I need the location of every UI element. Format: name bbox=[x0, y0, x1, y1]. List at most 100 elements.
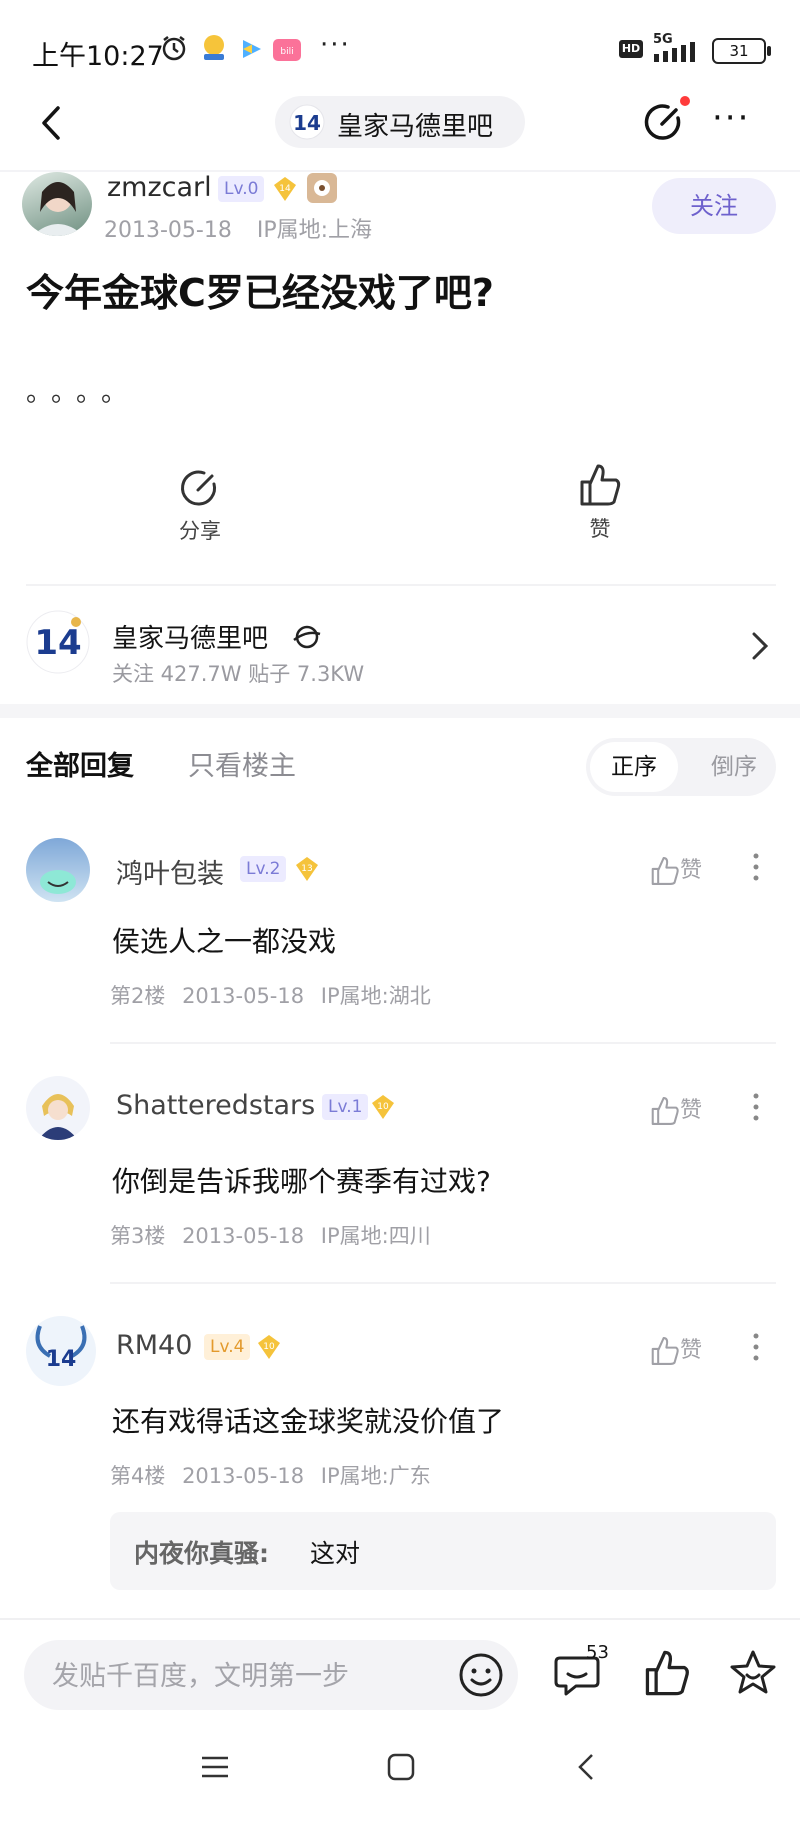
author-name[interactable]: zmzcarl bbox=[107, 172, 212, 203]
reply-ip: IP属地:四川 bbox=[320, 1224, 431, 1248]
reply-text: 还有戏得话这金球奖就没价值了 bbox=[112, 1405, 505, 1438]
reply-meta: 第4楼 2013-05-18 IP属地:广东 bbox=[110, 1460, 431, 1490]
reply-input-box[interactable] bbox=[24, 1640, 518, 1712]
forum-title: 皇家马德里吧 bbox=[337, 112, 494, 142]
reply-meta: 第3楼 2013-05-18 IP属地:四川 bbox=[110, 1220, 431, 1250]
author-avatar[interactable] bbox=[22, 172, 92, 236]
divider bbox=[110, 1042, 776, 1044]
post-title: 今年金球C罗已经没戏了吧? bbox=[26, 271, 494, 315]
member-badge-icon: 14 bbox=[274, 177, 296, 201]
reply-meta: 第2楼 2013-05-18 IP属地:湖北 bbox=[110, 980, 431, 1010]
like-label: 赞 bbox=[680, 858, 703, 883]
thumbs-up-icon[interactable] bbox=[642, 1648, 692, 1698]
level-badge: Lv.1 bbox=[322, 1094, 369, 1120]
sort-descending-button[interactable]: 倒序 bbox=[696, 742, 772, 792]
back-arrow-icon[interactable] bbox=[32, 98, 72, 148]
forum-card-stats: 关注 427.7W 贴子 7.3KW bbox=[112, 662, 365, 686]
forum-card-name: 皇家马德里吧 bbox=[112, 624, 269, 654]
post-date: 2013-05-18 bbox=[104, 218, 232, 243]
sub-reply[interactable]: 内夜你真骚: 这对 bbox=[110, 1512, 776, 1590]
reply-text: 侯选人之一都没戏 bbox=[112, 925, 337, 958]
reply-author-name[interactable]: RM40 bbox=[116, 1330, 192, 1361]
member-badge-icon: 13 bbox=[296, 857, 318, 881]
sort-ascending-button[interactable]: 正序 bbox=[590, 742, 678, 792]
svg-text:14: 14 bbox=[34, 623, 81, 663]
home-icon[interactable] bbox=[386, 1752, 416, 1782]
star-icon[interactable] bbox=[728, 1648, 778, 1698]
reply-avatar[interactable]: 14 bbox=[26, 1316, 96, 1386]
badge-number: 10 bbox=[263, 1342, 275, 1352]
svg-text:14: 14 bbox=[279, 184, 291, 194]
reply-like-button[interactable]: 赞 bbox=[650, 1092, 702, 1127]
reply-input[interactable] bbox=[50, 1640, 434, 1712]
hd-indicator: HD bbox=[619, 40, 643, 58]
like-label: 赞 bbox=[680, 1098, 703, 1123]
compose-icon[interactable] bbox=[642, 100, 686, 144]
like-post-button[interactable]: 赞 bbox=[570, 462, 630, 543]
thumbs-up-icon bbox=[580, 464, 621, 506]
alarm-icon bbox=[162, 36, 186, 61]
chevron-right-icon[interactable] bbox=[750, 628, 770, 664]
post-meta: 2013-05-18 IP属地:上海 bbox=[104, 212, 372, 244]
section-divider bbox=[0, 704, 800, 718]
reply-floor: 第2楼 bbox=[110, 984, 166, 1008]
thumbs-up-icon bbox=[651, 1097, 679, 1125]
reply-floor: 第4楼 bbox=[110, 1464, 166, 1488]
video-app-icon bbox=[243, 40, 261, 58]
reply-more-icon[interactable] bbox=[752, 1092, 760, 1122]
reply-ip: IP属地:广东 bbox=[320, 1464, 431, 1488]
signal-icon bbox=[654, 42, 695, 62]
reply-author-name[interactable]: Shatteredstars bbox=[116, 1090, 315, 1121]
more-options-icon[interactable]: ··· bbox=[712, 98, 750, 138]
reply-date: 2013-05-18 bbox=[182, 1464, 305, 1488]
like-label: 赞 bbox=[589, 517, 611, 541]
reply-author-name[interactable]: 鸿叶包装 bbox=[116, 852, 224, 891]
svg-text:14: 14 bbox=[293, 111, 321, 135]
battery-indicator: 31 bbox=[712, 38, 771, 64]
follow-button[interactable]: 关注 bbox=[652, 178, 776, 234]
sort-toggle: 正序 倒序 bbox=[586, 738, 776, 796]
forum-title-pill[interactable]: 14 皇家马德里吧 bbox=[275, 96, 525, 148]
more-notifications-icon: ··· bbox=[320, 30, 351, 60]
share-icon bbox=[181, 470, 216, 506]
tab-owner-only[interactable]: 只看楼主 bbox=[188, 744, 296, 783]
status-time: 上午10:27 bbox=[32, 41, 164, 72]
system-back-icon[interactable] bbox=[572, 1752, 602, 1782]
tab-all-replies[interactable]: 全部回复 bbox=[26, 744, 134, 783]
emoji-icon[interactable] bbox=[458, 1652, 504, 1698]
divider bbox=[110, 1282, 776, 1284]
avatar-image bbox=[32, 182, 84, 236]
post-body: 。。。。 bbox=[26, 378, 140, 408]
reply-text: 你倒是告诉我哪个赛季有过戏? bbox=[112, 1165, 491, 1198]
thumbs-up-icon bbox=[651, 1337, 679, 1365]
status-bar: 上午10:27 bili ··· HD 5G 31 bbox=[0, 0, 800, 96]
menu-icon[interactable] bbox=[200, 1752, 230, 1782]
share-button[interactable]: 分享 bbox=[170, 466, 230, 545]
reply-floor: 第3楼 bbox=[110, 1224, 166, 1248]
reply-avatar[interactable] bbox=[26, 838, 90, 902]
badge-number: 13 bbox=[301, 864, 312, 874]
reply-more-icon[interactable] bbox=[752, 852, 760, 882]
reply-like-button[interactable]: 赞 bbox=[650, 1332, 702, 1367]
sub-reply-author[interactable]: 内夜你真骚: bbox=[134, 1534, 269, 1570]
reply-more-icon[interactable] bbox=[752, 1332, 760, 1362]
thumbs-up-icon bbox=[651, 857, 679, 885]
reply-like-button[interactable]: 赞 bbox=[650, 852, 702, 887]
level-badge: Lv.0 bbox=[218, 176, 265, 202]
svg-text:14: 14 bbox=[46, 1347, 77, 1372]
notification-dot bbox=[680, 96, 690, 106]
reply-avatar[interactable] bbox=[26, 1076, 90, 1140]
member-badge-icon: 10 bbox=[258, 1335, 280, 1359]
avatar-image bbox=[40, 870, 76, 894]
post-ip: IP属地:上海 bbox=[256, 218, 373, 243]
sub-reply-text: 这对 bbox=[310, 1539, 361, 1568]
avatar-image: 14 bbox=[35, 1325, 87, 1372]
like-label: 赞 bbox=[680, 1338, 703, 1363]
forum-logo-icon: 14 bbox=[289, 104, 325, 140]
share-label: 分享 bbox=[179, 519, 221, 543]
app-notification-icon bbox=[204, 35, 224, 60]
divider bbox=[0, 1618, 800, 1620]
level-badge: Lv.4 bbox=[204, 1334, 251, 1360]
svg-text:bili: bili bbox=[280, 47, 293, 57]
reply-ip: IP属地:湖北 bbox=[320, 984, 431, 1008]
